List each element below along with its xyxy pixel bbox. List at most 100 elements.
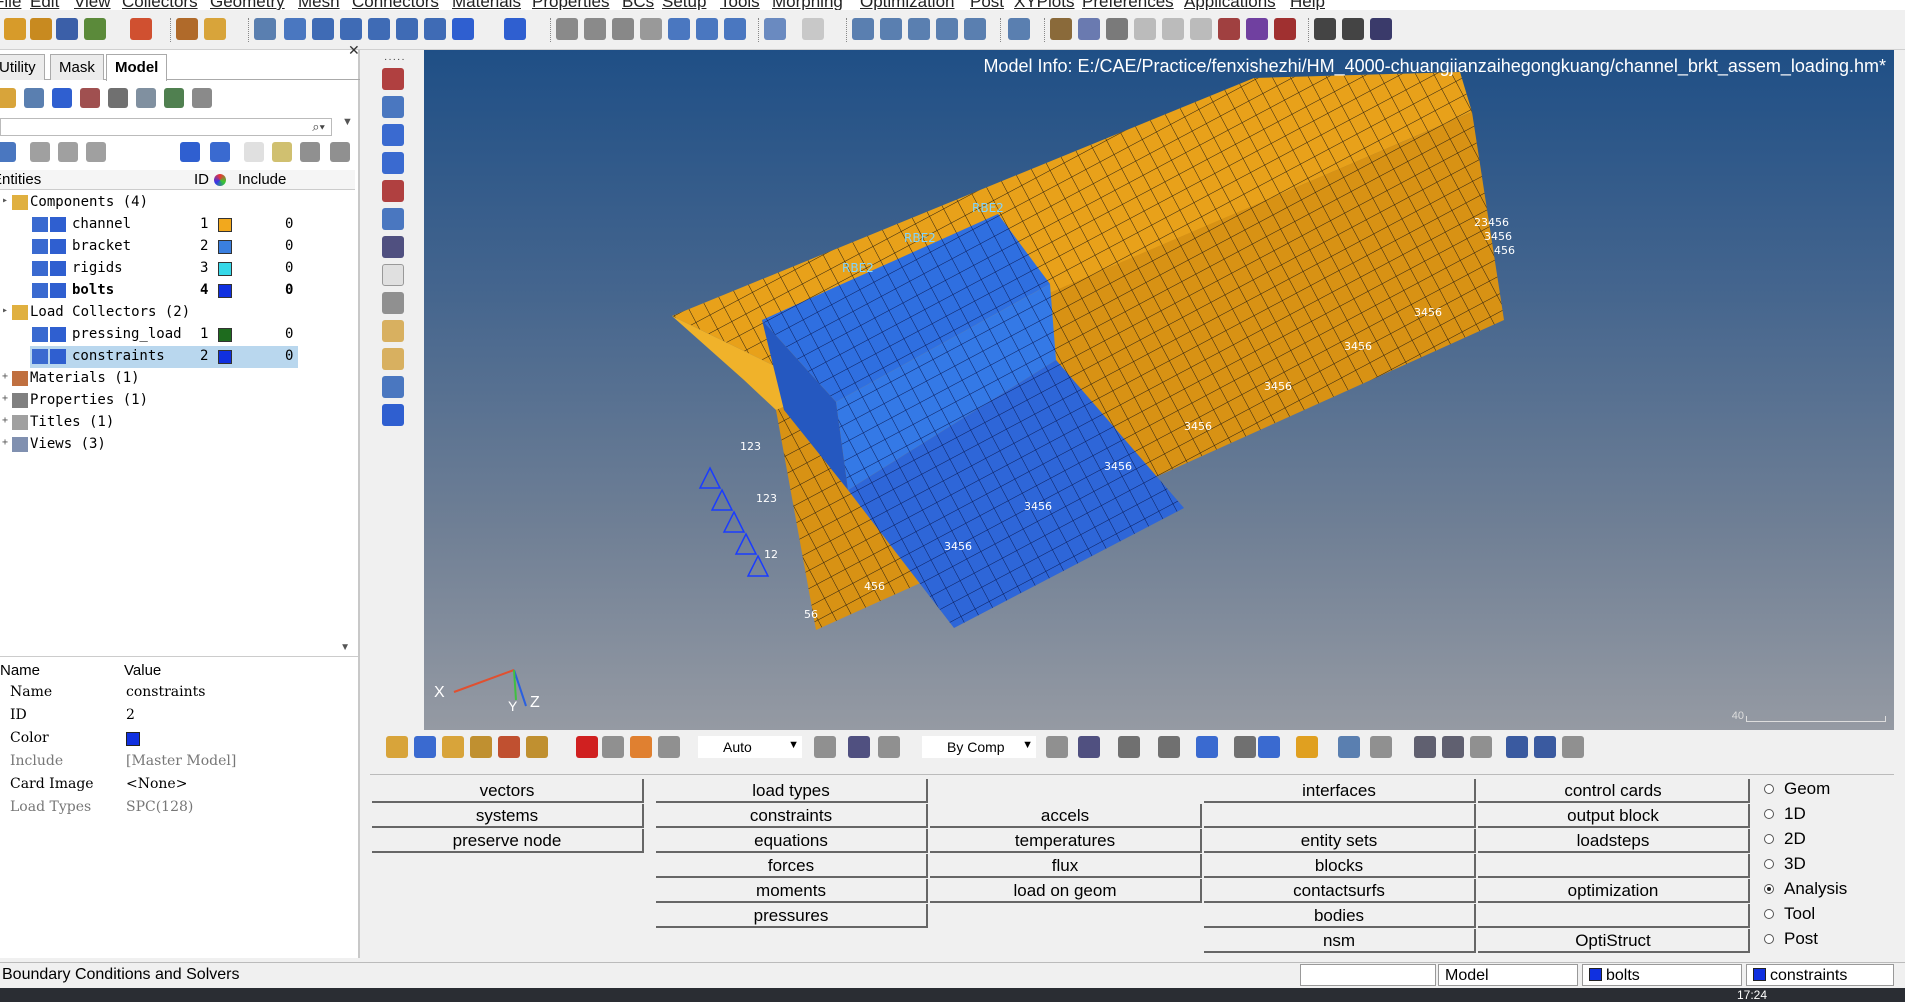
part-view-icon[interactable] [192,88,212,108]
comp-more-icon[interactable] [526,736,548,758]
spin-icon[interactable] [724,18,746,40]
property-view-icon[interactable] [108,88,128,108]
surface-style-icon[interactable] [848,736,870,758]
display-icon[interactable] [382,180,404,202]
tree-item-channel[interactable]: channel 1 0 [0,214,355,236]
plane-icon[interactable] [1158,736,1180,758]
arrow-left-icon[interactable] [284,18,306,40]
panel-button-entity-sets[interactable]: entity sets [1204,829,1476,853]
mask-icon[interactable] [382,68,404,90]
panel-button-accels[interactable]: accels [930,804,1202,828]
cube-icon[interactable] [1190,18,1212,40]
display-mode-5-icon[interactable] [964,18,986,40]
panel-button-blocks[interactable]: blocks [1204,854,1476,878]
mesh-display-icon[interactable] [50,283,66,298]
connector-icon[interactable] [1050,18,1072,40]
tab-utility[interactable]: Utility [0,54,45,80]
prop-row-name[interactable]: Name constraints [0,682,358,704]
menu-xyplots[interactable]: XYPlots [1014,0,1074,10]
numbers-icon[interactable] [382,264,404,286]
wrench-icon[interactable] [1370,736,1392,758]
constraint-symbols[interactable] [698,466,770,577]
filter-3-icon[interactable] [86,142,106,162]
comp-hide-icon[interactable] [414,736,436,758]
organize-icon[interactable] [602,736,624,758]
panel-button-flux[interactable]: flux [930,854,1202,878]
shell-icon[interactable] [1196,736,1218,758]
menu-properties[interactable]: Properties [532,0,609,10]
prop-value[interactable]: 2 [126,707,135,723]
beam-icon[interactable] [1078,18,1100,40]
filter-1-icon[interactable] [30,142,50,162]
box-icon[interactable] [1162,18,1184,40]
expand-icon[interactable]: + [2,416,12,426]
rotate-vertical-icon[interactable] [696,18,718,40]
display-mode-1-icon[interactable] [852,18,874,40]
save-icon[interactable] [56,18,78,40]
filter-2-icon[interactable] [58,142,78,162]
tree-item-rigids[interactable]: rigids 3 0 [0,258,355,280]
material-view-icon[interactable] [80,88,100,108]
line-icon[interactable] [1118,736,1140,758]
tree-icon[interactable] [658,736,680,758]
status-model-box[interactable]: Model [1438,964,1578,986]
panel-button-bodies[interactable]: bodies [1204,904,1476,928]
status-component-box[interactable]: bolts [1582,964,1742,986]
bolt-marker-text[interactable]: RBE2 [904,231,936,245]
view-xy-icon[interactable] [340,18,362,40]
column-entities[interactable]: Entities [0,171,41,188]
mesh-display-icon[interactable] [50,217,66,232]
loadstep-view-icon[interactable] [164,88,184,108]
color-mode-dropdown[interactable]: By Comp ▼ [922,736,1036,758]
label-abc-2-icon[interactable] [382,348,404,370]
transform-icon[interactable] [382,376,404,398]
prop-row-color[interactable]: Color [0,728,358,750]
menu-optimization[interactable]: Optimization [860,0,954,10]
section-icon[interactable] [382,404,404,426]
comp-isolate-icon[interactable] [470,736,492,758]
tree-item-components[interactable]: ▸ Components (4) [0,192,355,214]
element-quality-icon[interactable] [1218,18,1240,40]
expand-icon[interactable]: + [2,372,12,382]
zoom-icon[interactable] [254,18,276,40]
tree-item-materials[interactable]: + Materials (1) [0,368,355,390]
panel-button-constraints[interactable]: constraints [656,804,928,828]
pointer-icon[interactable] [244,142,264,162]
star-icon[interactable] [1296,736,1318,758]
delete-icon[interactable] [576,736,598,758]
color-swatch[interactable] [218,240,232,254]
minus-icon[interactable] [1506,736,1528,758]
panel-button-moments[interactable]: moments [656,879,928,903]
mesh-display-icon[interactable] [50,261,66,276]
mesh-tools-icon[interactable] [1246,18,1268,40]
layout-icon[interactable] [1338,736,1360,758]
menu-preferences[interactable]: Preferences [1082,0,1174,10]
comp-display-icon[interactable] [386,736,408,758]
browser-search-input[interactable]: ⌕▾ [0,118,332,136]
user-profile-icon[interactable] [176,18,198,40]
tab-mask[interactable]: Mask [50,54,104,80]
view-yz-icon[interactable] [368,18,390,40]
mesh-display-icon[interactable] [50,239,66,254]
menu-file[interactable]: File [0,0,21,10]
solid-icon[interactable] [1134,18,1156,40]
shading-icon[interactable] [1008,18,1030,40]
menu-bcs[interactable]: BCs [622,0,654,10]
tree-item-bracket[interactable]: bracket 2 0 [0,236,355,258]
tab-model[interactable]: Model [106,54,168,81]
radio-dot[interactable] [1764,909,1774,919]
search-icon[interactable]: ⌕▾ [312,119,325,135]
unmask-icon[interactable] [382,96,404,118]
panel-button-load-on-geom[interactable]: load on geom [930,879,1202,903]
tree-item-properties[interactable]: + Properties (1) [0,390,355,412]
chevron-down-icon[interactable]: ▼ [340,642,350,653]
menu-help[interactable]: Help [1290,0,1325,10]
collapse-icon[interactable]: ▸ [2,196,12,206]
menu-mesh[interactable]: Mesh [298,0,340,10]
color-swatch[interactable] [218,328,232,342]
chevron-down-icon[interactable]: ▼ [342,116,353,128]
view-bottom-icon[interactable] [452,18,474,40]
view-iso-icon[interactable] [312,18,334,40]
menu-view[interactable]: View [74,0,111,10]
more-icon[interactable]: ····· [384,54,406,65]
